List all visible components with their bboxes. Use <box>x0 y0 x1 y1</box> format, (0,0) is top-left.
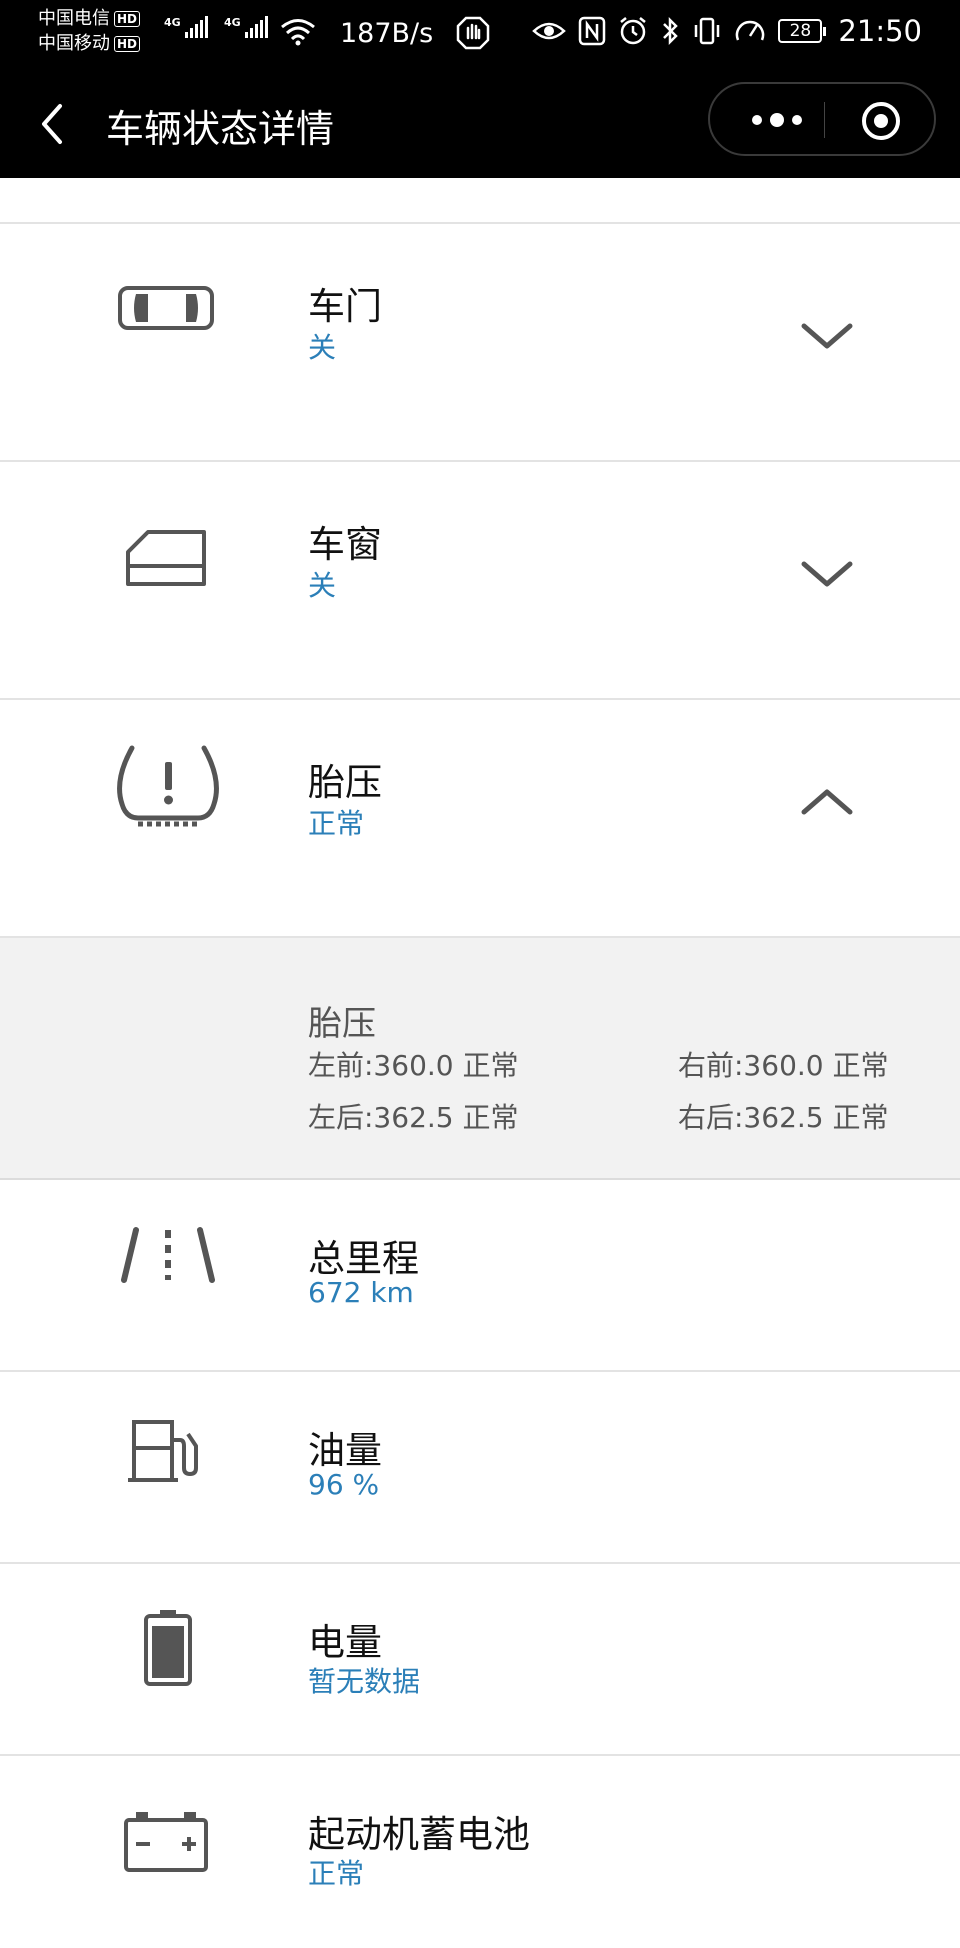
fuel-value: 96 % <box>308 1468 380 1501</box>
window-label: 车窗 <box>308 523 382 566</box>
hd-badge: HD <box>114 10 141 27</box>
tire-front-left: 左前:360.0 正常 <box>308 1049 519 1082</box>
network-type: 4G <box>224 16 241 29</box>
nfc-icon <box>579 16 606 46</box>
tire-pressure-detail: 胎压 左前:360.0 正常 右前:360.0 正常 左后:362.5 正常 右… <box>0 938 960 1180</box>
hd-badge: HD <box>114 35 141 52</box>
car-window-icon <box>126 530 206 586</box>
electric-value: 暂无数据 <box>308 1665 421 1698</box>
hand-icon <box>456 16 490 50</box>
tire-detail-title: 胎压 <box>308 1004 376 1044</box>
car-battery-icon <box>124 1812 208 1872</box>
door-label: 车门 <box>308 285 382 328</box>
fuel-pump-icon <box>128 1420 198 1482</box>
tire-rear-left: 左后:362.5 正常 <box>308 1101 519 1134</box>
clock: 21:50 <box>838 14 922 48</box>
mileage-label: 总里程 <box>308 1237 419 1280</box>
alarm-icon <box>620 17 647 45</box>
network-type: 4G <box>164 16 181 29</box>
vehicle-status-list: 车门 关 车窗 关 胎压 正常 胎压 左前:360.0 正常 右前:360.0 … <box>0 178 960 1948</box>
row-door[interactable]: 车门 关 <box>0 224 960 462</box>
chevron-down-icon[interactable] <box>794 316 860 356</box>
page-title: 车辆状态详情 <box>106 107 335 151</box>
fuel-label: 油量 <box>308 1429 382 1472</box>
row-fuel: 油量 96 % <box>0 1372 960 1564</box>
carrier-2: 中国移动 HD <box>38 31 141 56</box>
electric-label: 电量 <box>308 1621 382 1664</box>
list-top-spacer <box>0 178 960 224</box>
chevron-up-icon[interactable] <box>794 782 860 822</box>
mileage-value: 672 km <box>308 1276 414 1309</box>
status-bar: 中国电信 HD 中国移动 HD 4G 4G 187B/s 28 21:50 <box>0 0 960 70</box>
signal-icon: 4G <box>164 16 208 38</box>
battery-level: 28 <box>778 19 823 43</box>
tire-rear-right: 右后:362.5 正常 <box>678 1101 889 1134</box>
capsule-divider <box>824 102 825 138</box>
door-value: 关 <box>308 331 337 364</box>
carrier-info: 中国电信 HD 中国移动 HD <box>38 6 141 56</box>
tire-pressure-icon <box>117 745 219 827</box>
tire-pressure-label: 胎压 <box>308 761 382 804</box>
car-door-icon <box>118 286 214 330</box>
vibrate-icon <box>695 17 720 45</box>
status-icons: 28 21:50 <box>532 14 922 48</box>
wifi-icon <box>281 19 315 46</box>
eye-icon <box>532 22 567 40</box>
starter-battery-value: 正常 <box>308 1857 365 1890</box>
window-value: 关 <box>308 569 337 602</box>
row-window[interactable]: 车窗 关 <box>0 462 960 700</box>
row-total-mileage: 总里程 672 km <box>0 1180 960 1372</box>
starter-battery-label: 起动机蓄电池 <box>308 1813 530 1856</box>
battery-icon: 28 <box>778 19 827 43</box>
tire-front-right: 右前:360.0 正常 <box>678 1049 889 1082</box>
row-starter-battery: 起动机蓄电池 正常 <box>0 1756 960 1948</box>
close-mini-program-button[interactable] <box>860 100 902 142</box>
back-button[interactable] <box>34 100 74 148</box>
nav-bar: 车辆状态详情 <box>0 70 960 178</box>
row-tire-pressure[interactable]: 胎压 正常 <box>0 700 960 938</box>
battery-level-icon <box>144 1610 192 1686</box>
signal-icon: 4G <box>224 16 268 38</box>
chevron-down-icon[interactable] <box>794 554 860 594</box>
road-icon <box>121 1227 215 1283</box>
network-speed: 187B/s <box>340 18 434 49</box>
more-menu-button[interactable] <box>742 104 832 136</box>
carrier-1-name: 中国电信 <box>38 8 110 29</box>
row-electric: 电量 暂无数据 <box>0 1564 960 1756</box>
tire-pressure-value: 正常 <box>308 807 365 840</box>
carrier-2-name: 中国移动 <box>38 33 110 54</box>
speedometer-icon <box>736 20 765 41</box>
bluetooth-icon <box>663 16 679 46</box>
carrier-1: 中国电信 HD <box>38 6 141 31</box>
mini-program-capsule <box>708 82 936 156</box>
